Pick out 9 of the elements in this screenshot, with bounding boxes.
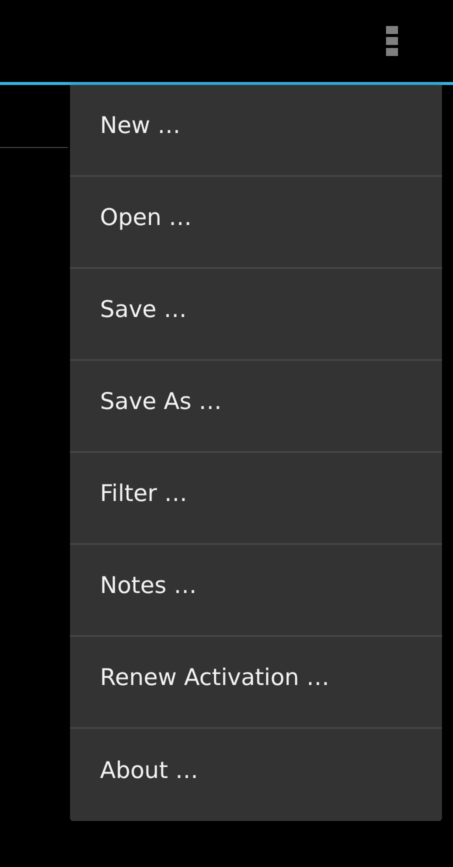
menu-item[interactable]: New … bbox=[70, 85, 442, 177]
menu-item[interactable]: Filter … bbox=[70, 453, 442, 545]
menu-item[interactable]: Open … bbox=[70, 177, 442, 269]
menu-icon bbox=[386, 26, 398, 56]
menu-item[interactable]: Renew Activation … bbox=[70, 637, 442, 729]
menu-item[interactable]: Save As … bbox=[70, 361, 442, 453]
menu-item[interactable]: About … bbox=[70, 729, 442, 821]
menu-item[interactable]: Save … bbox=[70, 269, 442, 361]
menu-item[interactable]: Notes … bbox=[70, 545, 442, 637]
